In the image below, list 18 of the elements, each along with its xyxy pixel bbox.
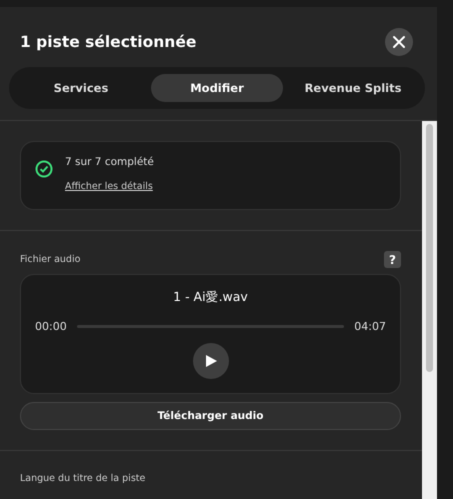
download-button[interactable]: Télécharger audio	[20, 402, 401, 430]
close-icon	[392, 35, 406, 49]
completion-text: 7 sur 7 complété	[65, 156, 154, 168]
duration-time: 04:07	[354, 320, 386, 333]
tab[interactable]: Modifier	[151, 74, 283, 102]
play-button[interactable]	[192, 343, 228, 379]
field-label: Langue du titre de la piste	[19, 472, 146, 486]
field-label: Fichier audio	[20, 254, 80, 265]
details-link[interactable]: Afficher les détails	[65, 181, 153, 192]
close-button[interactable]	[385, 28, 413, 56]
tab[interactable]: Services	[15, 74, 147, 102]
help-button[interactable]: ?	[384, 251, 401, 268]
scrollbar[interactable]	[422, 121, 437, 499]
play-icon	[204, 354, 218, 368]
file-name: 1 - Ai愛.wav	[173, 289, 248, 306]
dialog-title: 1 piste sélectionnée	[20, 33, 196, 51]
elapsed-time: 00:00	[35, 320, 67, 333]
tab[interactable]: Revenue Splits	[287, 74, 419, 102]
